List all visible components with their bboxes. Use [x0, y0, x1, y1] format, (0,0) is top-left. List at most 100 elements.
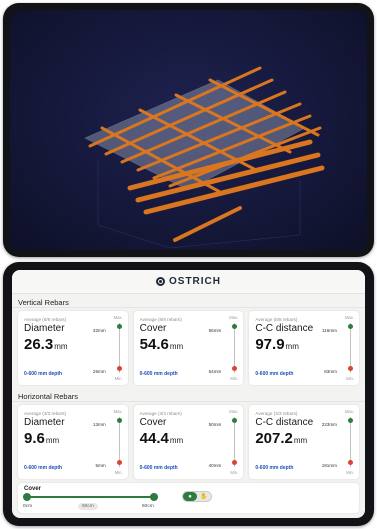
cover-slider-max-label: 60cm [142, 504, 154, 509]
card-metric-name: C-C distance [255, 417, 314, 428]
min-max-scale: Max. Min. [342, 315, 354, 381]
metric-card-vertical-diameter[interactable]: Average (8/8 rebars) Diameter 26.3mm 0-6… [18, 311, 128, 385]
card-subtitle: Average (3/3 rebars) [24, 411, 67, 416]
max-dot [232, 418, 238, 423]
card-min-value: 54mm [208, 369, 222, 374]
min-max-scale: Max. Min. [111, 409, 123, 475]
cover-slider-current-value: 60cm [78, 503, 98, 510]
max-dot [116, 324, 122, 329]
card-metric-name: Diameter [24, 417, 65, 428]
card-value-number: 54.6 [139, 336, 169, 353]
card-value-unit: mm [285, 342, 299, 351]
card-depth-range: 0-600 mm depth [139, 465, 178, 471]
card-depth-range: 0-600 mm depth [24, 371, 63, 377]
tablet-3d-view [3, 3, 374, 257]
scale-min-label: Min. [114, 470, 123, 475]
card-max-value: 13mm [92, 422, 106, 427]
min-max-scale: Max. Min. [342, 409, 354, 475]
card-max-value: 32mm [92, 328, 106, 333]
max-dot [232, 324, 238, 329]
scale-min-label: Min. [230, 470, 239, 475]
card-value-number: 97.9 [255, 336, 285, 353]
min-dot [116, 366, 122, 371]
card-min-value: 5mm [95, 463, 106, 468]
view-mode-toggle[interactable]: ● ✋ [182, 491, 212, 502]
card-value: 9.6mm [24, 430, 122, 447]
ostrich-logo-icon [156, 277, 165, 286]
scale-min-label: Min. [230, 376, 239, 381]
tablet-dashboard: OSTRICH Vertical Rebars Average (8/8 reb… [3, 262, 374, 526]
card-value-number: 207.2 [255, 430, 293, 447]
card-max-value: 116mm [322, 328, 338, 333]
cover-slider-track[interactable] [26, 496, 154, 498]
min-dot [348, 366, 354, 371]
card-depth-range: 0-600 mm depth [24, 465, 63, 471]
min-dot [232, 460, 238, 465]
card-value: 97.9mm [255, 336, 353, 353]
card-value-unit: mm [54, 342, 68, 351]
card-value-number: 26.3 [24, 336, 54, 353]
min-max-scale: Max. Min. [226, 409, 238, 475]
min-max-scale: Max. Min. [226, 315, 238, 381]
card-value: 207.2mm [255, 430, 353, 447]
min-dot [116, 460, 122, 465]
dashboard-screen: OSTRICH Vertical Rebars Average (8/8 reb… [12, 270, 365, 518]
min-dot [232, 366, 238, 371]
card-value-unit: mm [169, 436, 184, 445]
card-subtitle: Average (8/8 rebars) [139, 317, 182, 322]
card-depth-range: 0-600 mm depth [139, 371, 178, 377]
cover-slider-max-handle[interactable] [150, 493, 158, 501]
brand: OSTRICH [156, 276, 221, 287]
card-value: 44.4mm [140, 430, 238, 447]
card-min-value: 25mm [92, 369, 106, 374]
metric-card-horizontal-cover[interactable]: Average (3/3 rebars) Cover 44.4mm 0-600 … [133, 405, 244, 479]
card-value-unit: mm [169, 342, 184, 351]
scale-min-label: Min. [346, 470, 355, 475]
scale-max-label: Max. [113, 409, 123, 414]
metric-card-horizontal-cc-distance[interactable]: Average (3/3 rebars) C-C distance 207.2m… [249, 405, 360, 479]
scale-min-label: Min. [346, 376, 355, 381]
card-min-value: 40mm [208, 463, 222, 468]
card-subtitle: Average (3/3 rebars) [139, 411, 182, 416]
card-max-value: 50mm [208, 422, 222, 427]
card-subtitle: Average (8/8 rebars) [255, 317, 298, 322]
rebar-3d-viewport[interactable] [10, 10, 367, 250]
max-dot [348, 324, 354, 329]
hand-icon[interactable]: ✋ [197, 492, 211, 501]
scale-max-label: Max. [229, 409, 239, 414]
app-header: OSTRICH [12, 270, 365, 294]
scale-max-label: Max. [229, 315, 239, 320]
scale-max-label: Max. [344, 315, 355, 320]
min-dot [348, 460, 354, 465]
horizontal-cards: Average (3/3 rebars) Diameter 9.6mm 0-60… [12, 402, 365, 482]
card-value-number: 9.6 [24, 430, 45, 447]
max-dot [348, 418, 354, 423]
rebar-view-icon[interactable]: ● [183, 492, 197, 501]
metric-card-vertical-cover[interactable]: Average (8/8 rebars) Cover 54.6mm 0-600 … [133, 311, 244, 385]
section-title-horizontal: Horizontal Rebars [12, 388, 365, 402]
card-metric-name: Cover [139, 323, 167, 334]
cover-filter-panel: Cover 0cm 60cm 60cm ● ✋ [18, 483, 359, 513]
card-metric-name: Cover [139, 417, 167, 428]
card-value-unit: mm [45, 436, 60, 445]
metric-card-horizontal-diameter[interactable]: Average (3/3 rebars) Diameter 9.6mm 0-60… [18, 405, 128, 479]
cover-filter-label: Cover [24, 486, 42, 492]
card-min-value: 83mm [324, 369, 338, 374]
card-max-value: 223mm [321, 422, 338, 427]
cover-slider-min-label: 0cm [23, 504, 33, 509]
card-metric-name: Diameter [24, 323, 65, 334]
rebar-3d-scene [84, 66, 325, 249]
scale-max-label: Max. [344, 409, 355, 414]
card-metric-name: C-C distance [255, 323, 314, 334]
card-min-value: 191mm [321, 463, 338, 468]
card-max-value: 56mm [208, 328, 222, 333]
brand-name: OSTRICH [169, 276, 221, 287]
metric-card-vertical-cc-distance[interactable]: Average (8/8 rebars) C-C distance 97.9mm… [249, 311, 360, 385]
vertical-cards: Average (8/8 rebars) Diameter 26.3mm 0-6… [12, 308, 365, 388]
rebar [173, 206, 242, 242]
card-value: 54.6mm [140, 336, 238, 353]
card-value: 26.3mm [24, 336, 122, 353]
card-value-unit: mm [293, 436, 308, 445]
cover-slider-min-handle[interactable] [23, 493, 31, 501]
scale-min-label: Min. [114, 376, 123, 381]
